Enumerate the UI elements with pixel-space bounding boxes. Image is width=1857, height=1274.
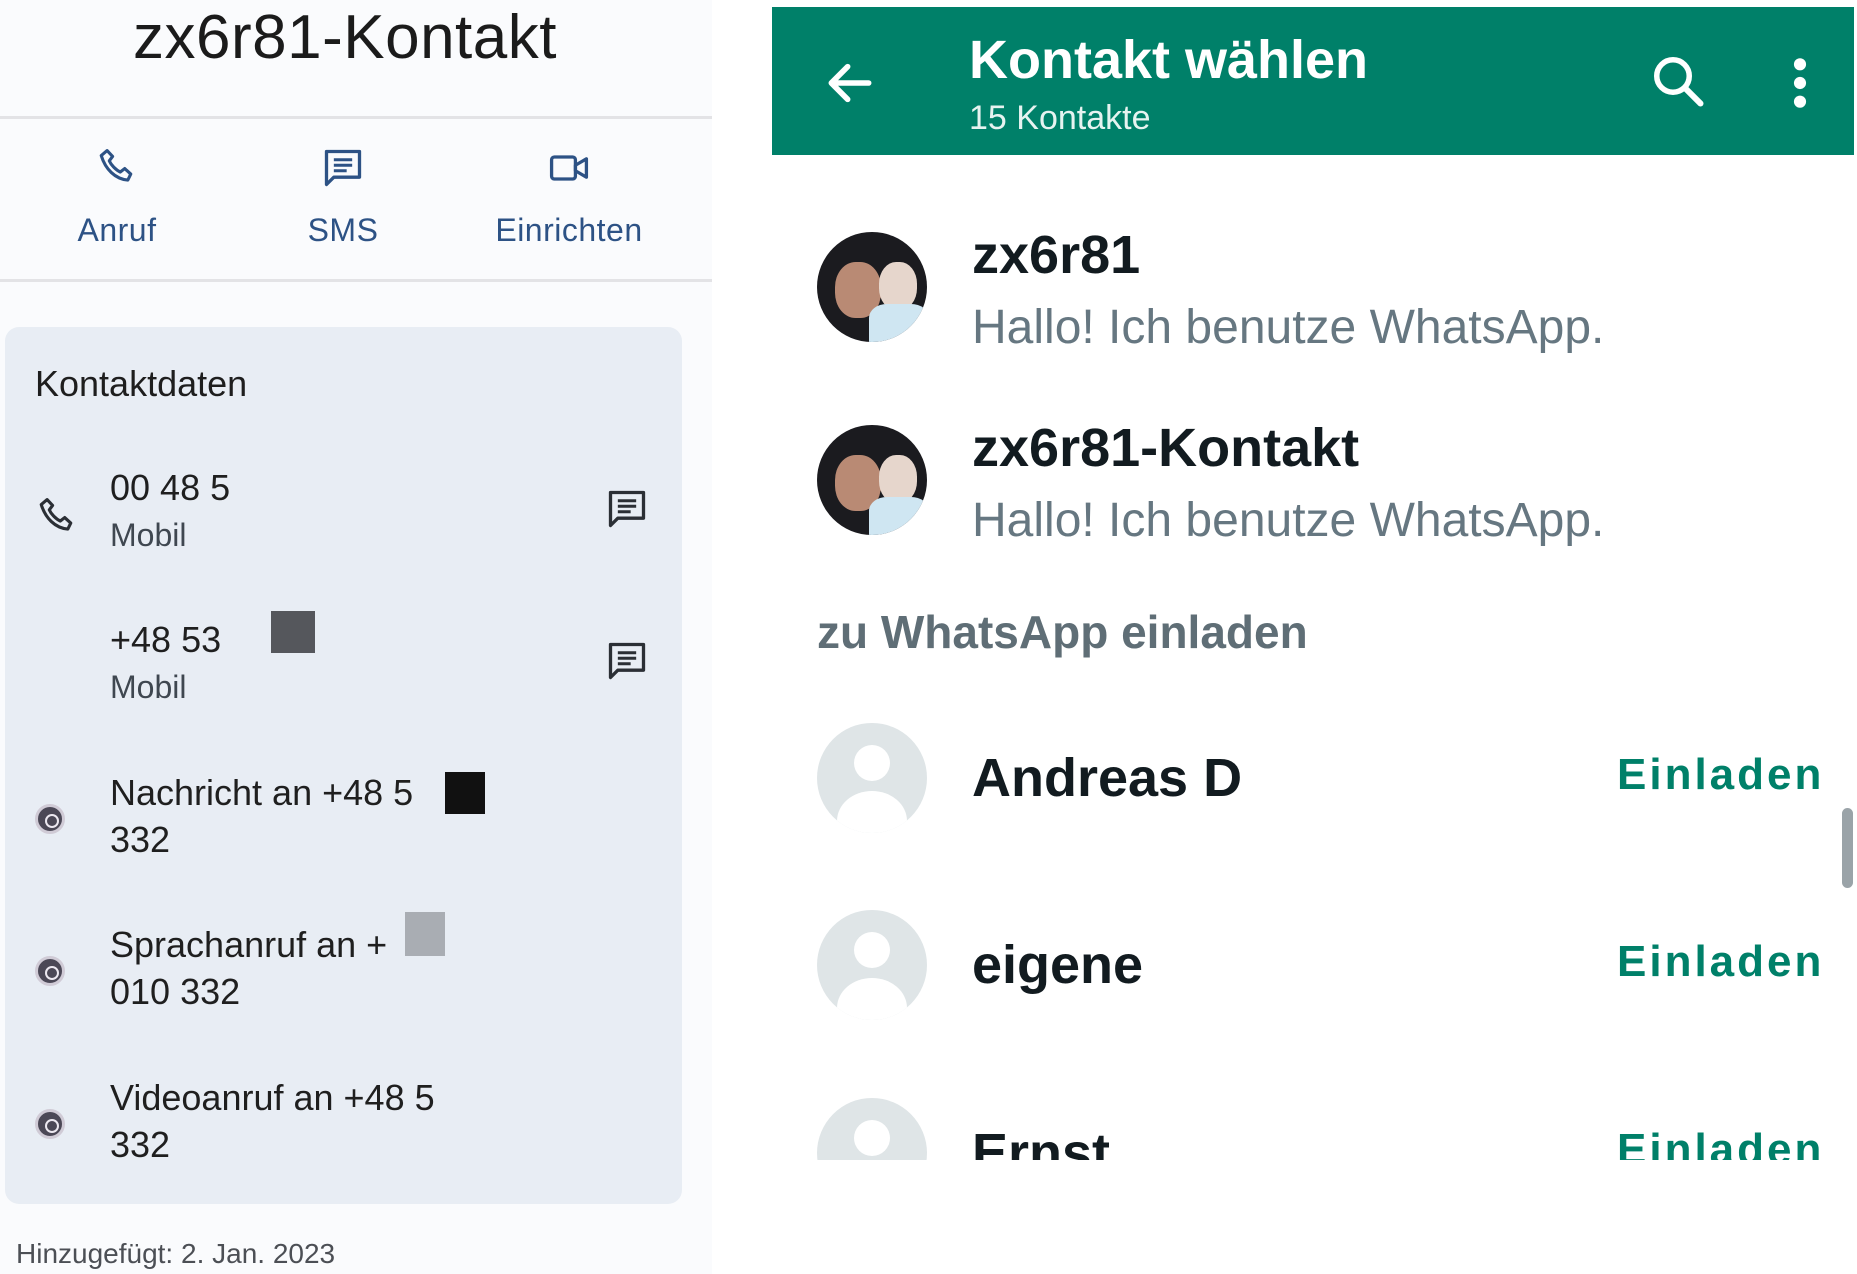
contact-status: Hallo! Ich benutze WhatsApp.: [972, 494, 1605, 547]
page-title: Kontakt wählen: [969, 30, 1369, 90]
whatsapp-select-contact-panel: Kontakt wählen 15 Kontakte zx6r81 Hallo!…: [742, 0, 1857, 1274]
default-avatar-icon: [817, 910, 927, 1020]
invite-button[interactable]: Einladen: [1617, 937, 1824, 987]
list-clip: [742, 1160, 1857, 1274]
more-options-icon[interactable]: [1788, 55, 1812, 116]
default-avatar-icon: [817, 723, 927, 833]
whatsapp-icon: [35, 804, 65, 834]
whatsapp-icon: [35, 1109, 65, 1139]
action-text-line2: 010 332: [110, 971, 241, 1012]
divider: [0, 116, 712, 119]
action-text: Nachricht an +48 5: [110, 772, 414, 813]
video-icon: [549, 155, 589, 181]
contact-details-panel: zx6r81-Kontakt Anruf SMS Einrichten Kont…: [0, 0, 712, 1274]
contact-name: zx6r81: [972, 225, 1141, 285]
phone-number: +48 53: [110, 619, 222, 660]
avatar: [817, 232, 927, 342]
call-button[interactable]: Anruf: [17, 146, 217, 249]
invite-section-header: zu WhatsApp einladen: [817, 606, 1308, 658]
added-date: Hinzugefügt: 2. Jan. 2023: [16, 1238, 336, 1269]
message-icon: [324, 149, 362, 187]
phone-type: Mobil: [110, 669, 187, 705]
app-bar: Kontakt wählen 15 Kontakte: [772, 7, 1854, 155]
redaction-box: [445, 772, 485, 814]
divider: [0, 279, 712, 282]
avatar: [817, 425, 927, 535]
action-text-line2: 332: [110, 1124, 171, 1165]
contact-name: zx6r81-Kontakt: [972, 418, 1360, 478]
setup-label: Einrichten: [495, 212, 643, 248]
contact-title: zx6r81-Kontakt: [133, 3, 557, 72]
phone-type: Mobil: [110, 517, 187, 553]
phone-number: 00 48 5: [110, 467, 231, 508]
contact-info-card: Kontaktdaten 00 48 5 Mobil +48 53 Mobil …: [5, 327, 682, 1204]
action-text-line2: 332: [110, 819, 171, 860]
whatsapp-icon: [35, 956, 65, 986]
scrollbar[interactable]: [1842, 808, 1853, 888]
contact-status: Hallo! Ich benutze WhatsApp.: [972, 301, 1605, 354]
message-icon[interactable]: [605, 487, 649, 536]
redaction-blur: [485, 772, 525, 814]
call-label: Anruf: [77, 212, 157, 248]
card-title: Kontaktdaten: [35, 363, 248, 404]
contact-count: 15 Kontakte: [969, 99, 1151, 137]
phone-icon: [99, 149, 133, 182]
setup-button[interactable]: Einrichten: [469, 146, 669, 249]
back-arrow-icon[interactable]: [822, 55, 878, 116]
invite-contact-name: Andreas D: [972, 748, 1243, 808]
sms-button[interactable]: SMS: [243, 146, 443, 249]
message-icon[interactable]: [605, 639, 649, 688]
redaction-blur: [460, 1077, 500, 1121]
redaction-box: [271, 611, 315, 653]
search-icon[interactable]: [1648, 51, 1708, 116]
invite-button[interactable]: Einladen: [1617, 750, 1824, 800]
sms-label: SMS: [307, 212, 379, 248]
action-text: Sprachanruf an +: [110, 924, 388, 965]
redaction-blur: [240, 467, 280, 511]
phone-icon: [35, 495, 79, 544]
action-text: Videoanruf an +48 5: [110, 1077, 435, 1118]
invite-contact-name: eigene: [972, 935, 1144, 995]
redaction-box: [405, 912, 445, 956]
